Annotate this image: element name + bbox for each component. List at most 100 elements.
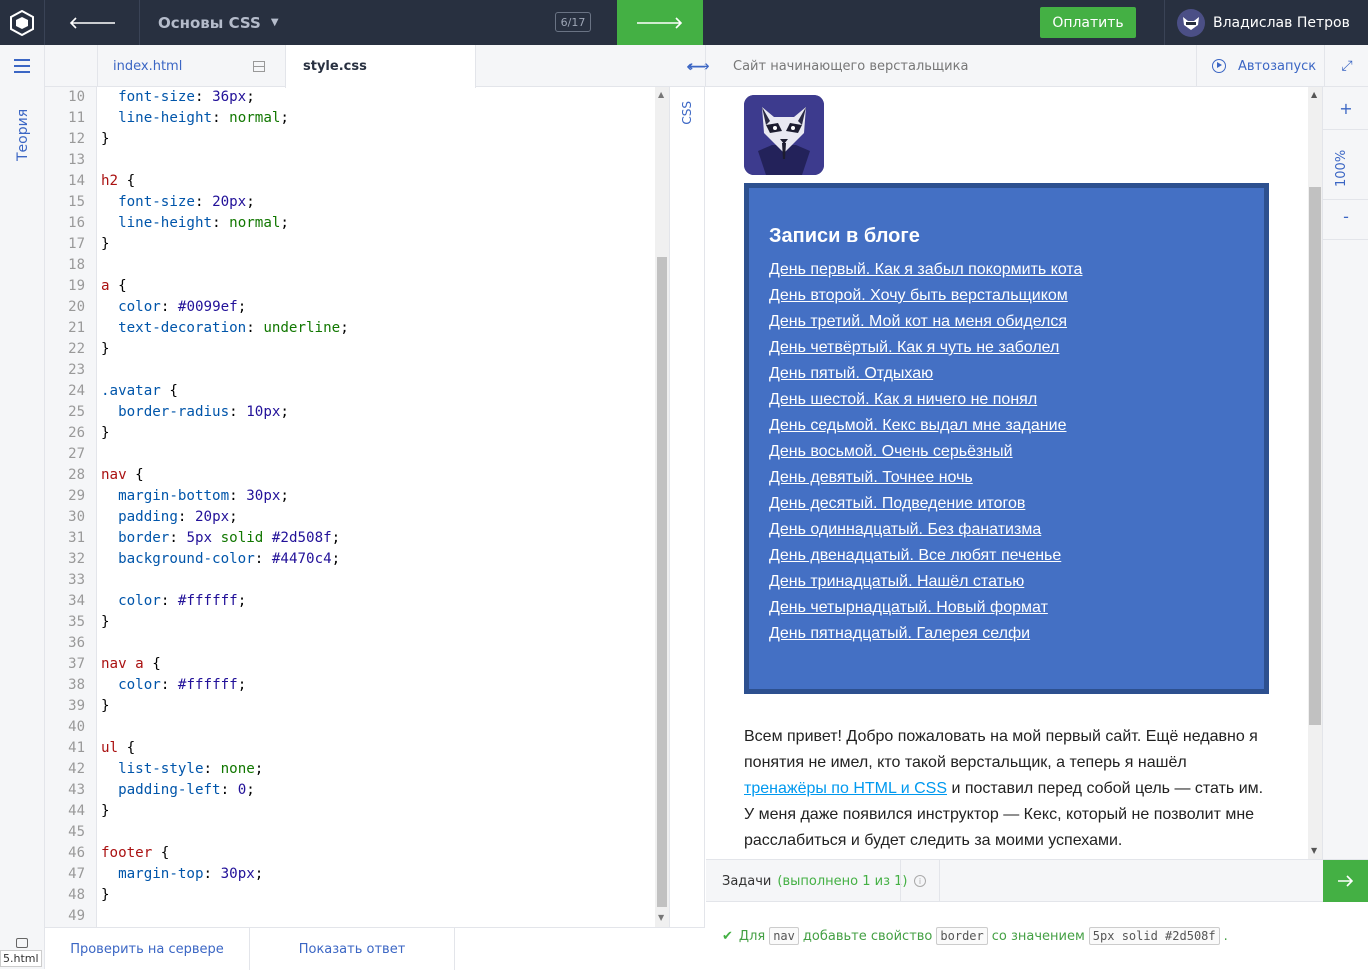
next-step-button[interactable] — [617, 0, 703, 45]
code-line[interactable]: background-color: #4470c4; — [101, 549, 340, 570]
nav-list-item: День четырнадцатый. Новый формат — [769, 595, 1244, 621]
zoom-controls: + 100% - — [1322, 87, 1368, 859]
line-number: 21 — [68, 320, 85, 336]
preview-scrollbar[interactable]: ▲ ▼ — [1308, 87, 1322, 859]
code-line[interactable]: nav a { — [101, 654, 161, 675]
css-side-label: CSS — [669, 87, 705, 927]
code-line[interactable]: line-height: normal; — [101, 108, 289, 129]
nav-link[interactable]: День первый. Как я забыл покормить кота — [769, 261, 1082, 278]
code-line[interactable]: text-decoration: underline; — [101, 318, 349, 339]
code-line[interactable]: } — [101, 612, 110, 633]
screenshot-icon[interactable] — [16, 938, 28, 948]
code-line[interactable]: margin-top: 30px; — [101, 864, 263, 885]
nav-link[interactable]: День восьмой. Очень серьёзный — [769, 443, 1013, 460]
code-line[interactable]: color: #ffffff; — [101, 675, 246, 696]
zoom-out-button[interactable]: - — [1323, 207, 1368, 226]
scroll-up-icon[interactable]: ▲ — [658, 90, 664, 99]
info-icon[interactable]: i — [900, 860, 940, 902]
code-line[interactable]: } — [101, 885, 110, 906]
code-line[interactable]: ul { — [101, 738, 135, 759]
nav-link[interactable]: День шестой. Как я ничего не понял — [769, 391, 1037, 408]
line-number: 43 — [68, 782, 85, 798]
nav-link[interactable]: День одиннадцатый. Без фанатизма — [769, 521, 1041, 538]
code-line[interactable]: border: 5px solid #2d508f; — [101, 528, 340, 549]
code-line[interactable]: color: #0099ef; — [101, 297, 246, 318]
nav-link[interactable]: День пятый. Отдыхаю — [769, 365, 933, 382]
code-line[interactable]: a { — [101, 276, 127, 297]
code-line[interactable]: padding: 20px; — [101, 507, 238, 528]
arrow-right-icon — [1337, 875, 1353, 887]
avatar — [1177, 8, 1205, 37]
code-line[interactable]: } — [101, 234, 110, 255]
line-number: 36 — [68, 635, 85, 651]
user-menu[interactable]: Владислав Петров — [1164, 0, 1368, 45]
editor-scrollbar[interactable]: ▲ ▼ — [655, 87, 669, 927]
back-arrow-button[interactable] — [45, 0, 140, 45]
nav-list-item: День десятый. Подведение итогов — [769, 491, 1244, 517]
code-line[interactable]: border-radius: 10px; — [101, 402, 289, 423]
nav-link[interactable]: День четвёртый. Как я чуть не заболел — [769, 339, 1059, 356]
code-line[interactable]: nav { — [101, 465, 144, 486]
tab-label: style.css — [303, 59, 367, 74]
logo-icon[interactable] — [0, 0, 45, 45]
tab-style-css[interactable]: style.css — [285, 45, 476, 88]
code-line[interactable]: list-style: none; — [101, 759, 263, 780]
nav-link[interactable]: День четырнадцатый. Новый формат — [769, 599, 1048, 616]
code-line[interactable]: } — [101, 696, 110, 717]
scroll-down-icon[interactable]: ▼ — [1311, 846, 1317, 855]
intro-text-1: Всем привет! Добро пожаловать на мой пер… — [744, 728, 1258, 771]
code-line[interactable]: padding-left: 0; — [101, 780, 255, 801]
nav-link[interactable]: День пятнадцатый. Галерея селфи — [769, 625, 1030, 642]
tasks-status: (выполнено 1 из 1) — [777, 873, 908, 889]
code-editor[interactable]: font-size: 36px; line-height: normal;} h2… — [97, 87, 655, 927]
nav-link[interactable]: День третий. Мой кот на меня обиделся — [769, 313, 1067, 330]
scrollbar-thumb[interactable] — [657, 257, 667, 907]
tab-index-html[interactable]: index.html — [97, 45, 285, 87]
code-line[interactable]: font-size: 20px; — [101, 192, 255, 213]
code-line[interactable]: footer { — [101, 843, 169, 864]
play-icon — [1212, 59, 1226, 73]
zoom-in-button[interactable]: + — [1323, 99, 1368, 118]
resize-handle-icon[interactable]: ⟷ — [688, 45, 710, 87]
scrollbar-thumb[interactable] — [1309, 187, 1321, 725]
nav-link[interactable]: День десятый. Подведение итогов — [769, 495, 1025, 512]
nav-link[interactable]: День девятый. Точнее ночь — [769, 469, 973, 486]
top-bar: Основы CSS ▼ 6/17 Оплатить Владислав Пет… — [0, 0, 1368, 45]
nav-link[interactable]: День тринадцатый. Нашёл статью — [769, 573, 1024, 590]
code-line[interactable]: } — [101, 339, 110, 360]
scroll-down-icon[interactable]: ▼ — [658, 913, 664, 922]
show-answer-button[interactable]: Показать ответ — [250, 928, 455, 970]
hamburger-icon[interactable] — [14, 59, 30, 77]
course-selector[interactable]: Основы CSS ▼ — [140, 0, 279, 45]
tasks-label[interactable]: Задачи (выполнено 1 из 1) — [722, 860, 907, 902]
trainers-link[interactable]: тренажёры по HTML и CSS — [744, 780, 947, 797]
nav-list-item: День одиннадцатый. Без фанатизма — [769, 517, 1244, 543]
fullscreen-icon[interactable]: ⤢ — [1324, 45, 1368, 87]
nav-link[interactable]: День второй. Хочу быть верстальщиком — [769, 287, 1068, 304]
code-line[interactable]: .avatar { — [101, 381, 178, 402]
preview-site-title: Сайт начинающего верстальщика — [733, 58, 969, 74]
theory-tab[interactable]: Теория — [6, 100, 40, 170]
line-number: 49 — [68, 908, 85, 924]
line-number: 19 — [68, 278, 85, 294]
code-line[interactable]: } — [101, 801, 110, 822]
code-line[interactable]: } — [101, 129, 110, 150]
next-task-button[interactable] — [1323, 860, 1368, 902]
line-number: 34 — [68, 593, 85, 609]
code-line[interactable]: h2 { — [101, 171, 135, 192]
pay-button[interactable]: Оплатить — [1040, 7, 1136, 38]
code-line[interactable]: } — [101, 423, 110, 444]
task-text: Для — [738, 928, 766, 944]
code-line[interactable]: color: #ffffff; — [101, 591, 246, 612]
css-label-text: CSS — [680, 101, 694, 125]
scroll-up-icon[interactable]: ▲ — [1311, 90, 1317, 99]
code-line[interactable]: margin-bottom: 30px; — [101, 486, 289, 507]
autorun-button[interactable]: Автозапуск — [1196, 45, 1324, 87]
nav-link[interactable]: День двенадцатый. Все любят печенье — [769, 547, 1061, 564]
split-view-icon[interactable] — [253, 61, 265, 72]
check-on-server-button[interactable]: Проверить на сервере — [45, 928, 250, 970]
code-line[interactable]: line-height: normal; — [101, 213, 289, 234]
nav-link[interactable]: День седьмой. Кекс выдал мне задание — [769, 417, 1066, 434]
code-line[interactable]: font-size: 36px; — [101, 87, 255, 108]
line-number: 14 — [68, 173, 85, 189]
